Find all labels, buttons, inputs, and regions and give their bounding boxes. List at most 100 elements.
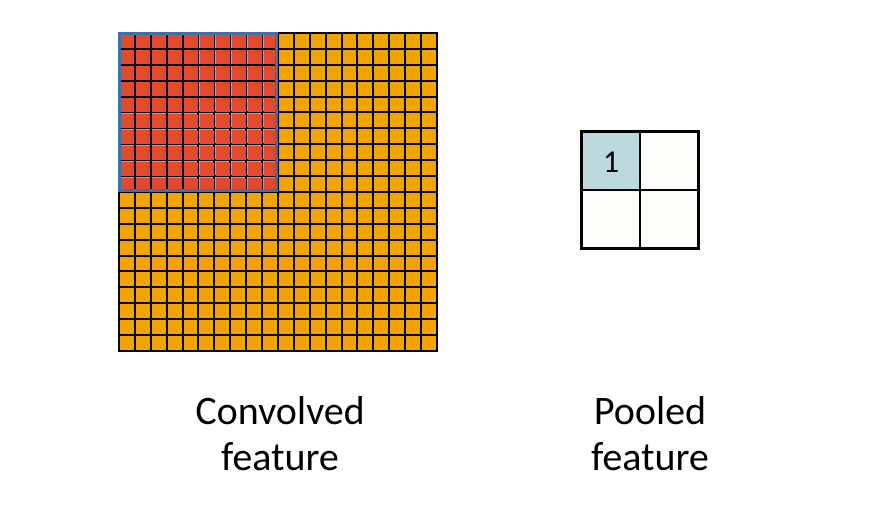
- convolved-cell: [311, 209, 325, 223]
- convolved-cell: [279, 241, 293, 255]
- convolved-cell: [374, 129, 388, 143]
- pooling-region-cell: [216, 178, 230, 192]
- convolved-cell: [279, 320, 293, 334]
- pooling-region-cell: [200, 50, 214, 64]
- pooling-region-cell: [200, 34, 214, 48]
- convolved-cell: [327, 50, 341, 64]
- convolved-cell: [406, 82, 420, 96]
- convolved-cell: [311, 288, 325, 302]
- convolved-cell: [311, 161, 325, 175]
- convolved-cell: [327, 82, 341, 96]
- pooling-region-cell: [168, 162, 182, 176]
- convolved-cell: [358, 34, 372, 48]
- convolved-cell: [184, 241, 198, 255]
- pooling-region-cell: [184, 34, 198, 48]
- convolved-cell: [263, 257, 277, 271]
- convolved-cell: [406, 288, 420, 302]
- convolved-cell: [279, 193, 293, 207]
- convolved-cell: [327, 193, 341, 207]
- pooling-region-cell: [168, 146, 182, 160]
- pooling-region-cell: [200, 82, 214, 96]
- convolved-cell: [406, 129, 420, 143]
- convolved-cell: [422, 320, 436, 334]
- pooling-region-cell: [216, 146, 230, 160]
- convolved-cell: [184, 257, 198, 271]
- convolved-cell: [406, 272, 420, 286]
- convolved-cell: [311, 193, 325, 207]
- pooling-region-cell: [136, 146, 150, 160]
- pooling-region-cell: [264, 34, 278, 48]
- convolved-cell: [374, 209, 388, 223]
- pooling-region-cell: [232, 130, 246, 144]
- convolved-cell: [374, 98, 388, 112]
- convolved-cell: [343, 257, 357, 271]
- pooling-region-cell: [264, 130, 278, 144]
- convolved-cell: [136, 336, 150, 350]
- convolved-cell: [422, 145, 436, 159]
- convolved-cell: [295, 129, 309, 143]
- convolved-cell: [168, 225, 182, 239]
- convolved-cell: [390, 66, 404, 80]
- convolved-cell: [168, 241, 182, 255]
- convolved-cell: [422, 161, 436, 175]
- convolved-cell: [358, 113, 372, 127]
- convolved-cell: [199, 209, 213, 223]
- convolved-cell: [422, 241, 436, 255]
- pooling-region-cell: [152, 114, 166, 128]
- convolved-cell: [358, 336, 372, 350]
- pooling-region-overlay: [118, 32, 278, 192]
- pooling-region-cell: [184, 146, 198, 160]
- convolved-cell: [358, 98, 372, 112]
- convolved-cell: [327, 161, 341, 175]
- convolved-cell: [343, 50, 357, 64]
- pooling-region-cell: [168, 98, 182, 112]
- convolved-cell: [406, 113, 420, 127]
- pooling-region-cell: [248, 178, 262, 192]
- convolved-cell: [374, 193, 388, 207]
- pooling-region-cell: [248, 146, 262, 160]
- convolved-cell: [422, 177, 436, 191]
- pooling-region-cell: [248, 130, 262, 144]
- convolved-cell: [390, 82, 404, 96]
- convolved-cell: [136, 288, 150, 302]
- convolved-cell: [247, 272, 261, 286]
- convolved-cell: [374, 320, 388, 334]
- convolved-cell: [215, 257, 229, 271]
- convolved-cell: [327, 241, 341, 255]
- pooling-region-cell: [200, 178, 214, 192]
- pooling-region-cell: [184, 82, 198, 96]
- pooling-region-cell: [168, 50, 182, 64]
- convolved-cell: [152, 257, 166, 271]
- convolved-cell: [390, 113, 404, 127]
- convolved-cell: [295, 98, 309, 112]
- convolved-cell: [406, 209, 420, 223]
- convolved-cell: [279, 161, 293, 175]
- convolved-cell: [263, 336, 277, 350]
- convolved-cell: [422, 98, 436, 112]
- convolved-cell: [406, 66, 420, 80]
- pooling-region-cell: [200, 162, 214, 176]
- convolved-cell: [279, 209, 293, 223]
- pooling-region-cell: [120, 34, 134, 48]
- convolved-cell: [358, 288, 372, 302]
- convolved-cell: [374, 34, 388, 48]
- convolved-cell: [184, 320, 198, 334]
- pooling-region-cell: [120, 114, 134, 128]
- pooling-region-cell: [248, 114, 262, 128]
- pooling-region-cell: [232, 146, 246, 160]
- convolved-cell: [199, 193, 213, 207]
- convolved-cell: [358, 145, 372, 159]
- convolved-cell: [406, 161, 420, 175]
- pooling-region-cell: [168, 130, 182, 144]
- convolved-cell: [422, 82, 436, 96]
- convolved-cell: [390, 272, 404, 286]
- convolved-cell: [215, 320, 229, 334]
- convolved-cell: [120, 320, 134, 334]
- pooling-region-cell: [120, 130, 134, 144]
- pooling-region-cell: [184, 98, 198, 112]
- convolved-cell: [422, 50, 436, 64]
- convolved-feature-label: Convolved feature: [90, 388, 470, 480]
- convolved-cell: [311, 257, 325, 271]
- convolved-cell: [184, 304, 198, 318]
- convolved-cell: [406, 225, 420, 239]
